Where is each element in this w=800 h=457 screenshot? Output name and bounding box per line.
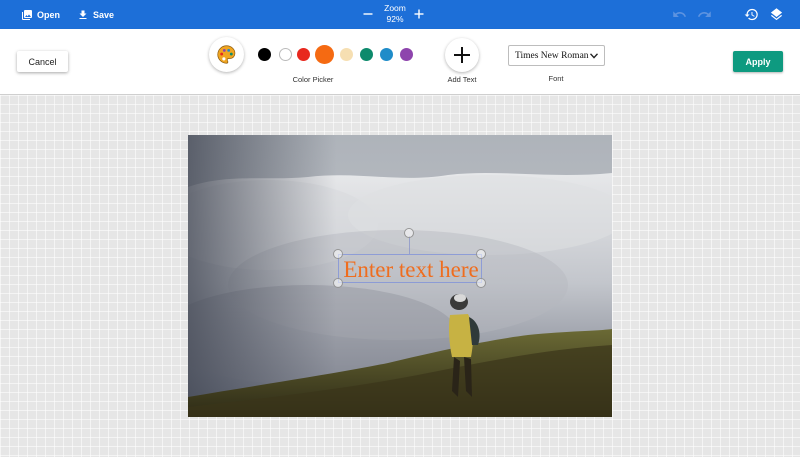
undo-icon[interactable] (672, 7, 687, 22)
add-text-button[interactable] (445, 38, 479, 72)
font-select-value: Times New Roman (515, 50, 589, 61)
text-overlay-box[interactable]: Enter text here (338, 254, 482, 283)
save-label: Save (93, 9, 115, 20)
resize-handle-bottom-right[interactable] (476, 278, 486, 288)
color-picker-button[interactable] (209, 37, 244, 72)
palette-icon (217, 45, 236, 64)
swatch-green[interactable] (360, 48, 373, 61)
redo-icon[interactable] (697, 7, 712, 22)
swatch-red[interactable] (297, 48, 310, 61)
cancel-button[interactable]: Cancel (17, 51, 68, 72)
layers-icon[interactable] (769, 7, 784, 22)
editor-toolbar: Cancel Color Picker Add Text Times New R… (0, 29, 800, 95)
swatch-orange[interactable] (315, 45, 334, 64)
swatch-black[interactable] (258, 48, 271, 61)
resize-handle-top-right[interactable] (476, 249, 486, 259)
font-caption: Font (548, 74, 564, 83)
color-picker-caption: Color Picker (292, 75, 334, 84)
image-icon (22, 9, 32, 20)
rotation-guide (409, 236, 410, 254)
plus-icon (454, 47, 470, 63)
top-app-bar: Open Save Zoom 92% (0, 0, 800, 29)
minus-icon[interactable] (362, 8, 374, 20)
save-button[interactable]: Save (77, 0, 114, 29)
swatch-white[interactable] (279, 48, 292, 61)
zoom-control: Zoom 92% (360, 0, 430, 29)
open-label: Open (37, 9, 61, 20)
font-select[interactable]: Times New Roman (508, 45, 605, 66)
resize-handle-top-left[interactable] (333, 249, 343, 259)
chevron-down-icon (590, 53, 598, 59)
history-icon[interactable] (744, 7, 759, 22)
plus-icon[interactable] (413, 8, 425, 20)
apply-button[interactable]: Apply (733, 51, 783, 72)
open-button[interactable]: Open (21, 0, 60, 29)
zoom-value: 92% (386, 14, 404, 24)
swatch-purple[interactable] (400, 48, 413, 61)
swatch-beige[interactable] (340, 48, 353, 61)
swatch-blue[interactable] (380, 48, 393, 61)
add-text-caption: Add Text (447, 75, 477, 84)
rotate-handle[interactable] (404, 228, 414, 238)
download-icon (79, 10, 87, 19)
resize-handle-bottom-left[interactable] (333, 278, 343, 288)
overlay-text[interactable]: Enter text here (339, 256, 483, 284)
zoom-label: Zoom (384, 3, 406, 13)
